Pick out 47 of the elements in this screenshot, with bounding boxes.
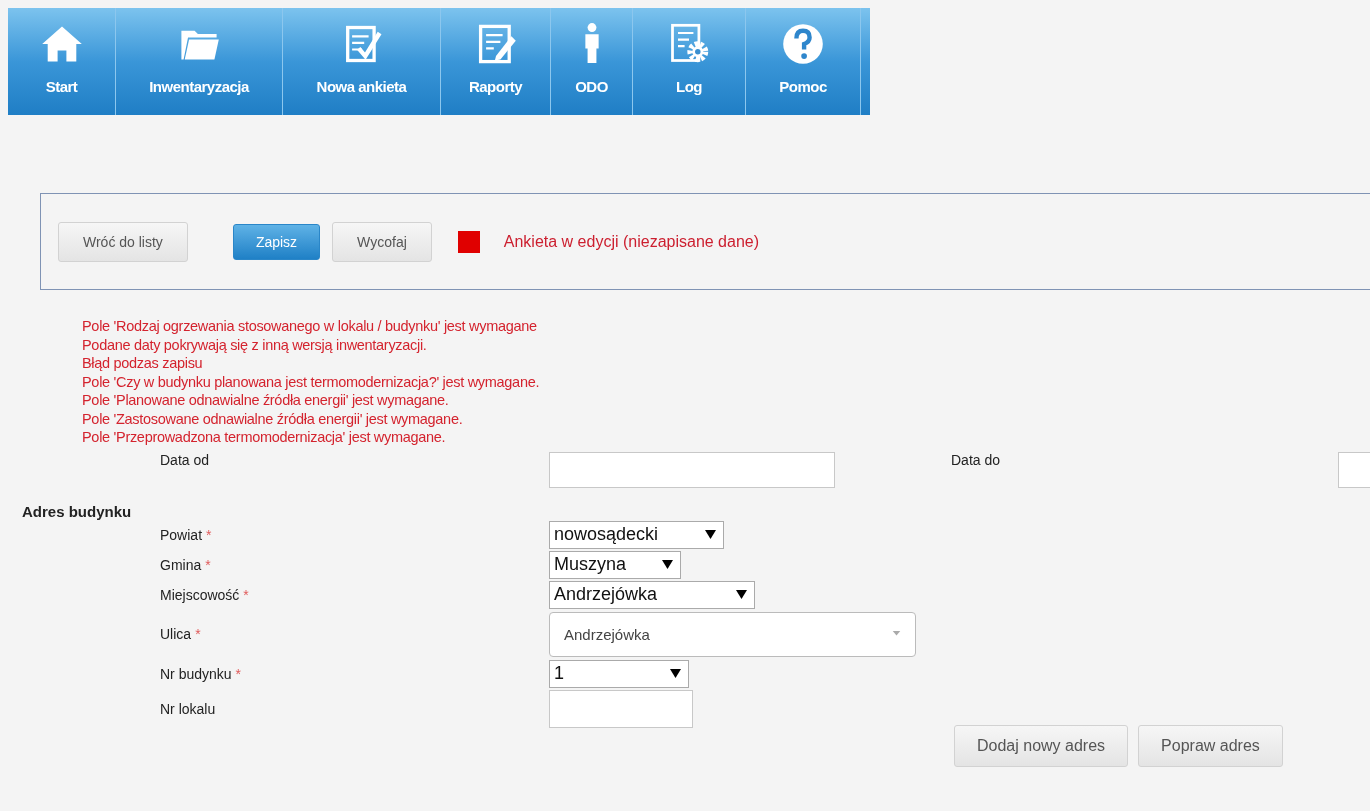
address-button[interactable]: Popraw adres — [1138, 724, 1283, 767]
error-message: Pole 'Rodzaj ogrzewania stosowanego w lokalu / budynku' jest wymagane — [82, 317, 538, 336]
field-label: Data od — [160, 450, 211, 468]
error-message: Błąd podzas zapisu — [82, 354, 204, 373]
select-field[interactable]: 1 — [549, 659, 689, 688]
person-icon — [583, 22, 600, 64]
required-mark: * — [195, 626, 201, 642]
field-label: Miejscowość — [160, 586, 240, 603]
field-label: Gmina — [160, 556, 202, 573]
help-icon — [781, 22, 825, 66]
select-field[interactable]: nowosądecki — [549, 520, 724, 549]
field-label: Ulica — [160, 626, 192, 642]
nav-item[interactable]: Start — [8, 8, 116, 115]
error-message: Pole 'Planowane odnawialne źródła energii' jest wymagane. — [82, 391, 450, 410]
date-field[interactable] — [549, 451, 835, 488]
field-label: Nr budynku — [160, 665, 232, 682]
section-title: Adres budynku — [22, 502, 133, 520]
input-field[interactable] — [549, 689, 693, 728]
address-button[interactable]: Dodaj nowy adres — [954, 724, 1129, 767]
error-message: Pole 'Przeprowadzona termomodernizacja' jest wymagane. — [82, 428, 447, 447]
caret-icon — [736, 590, 747, 599]
error-message: Pole 'Czy w budynku planowana jest termomodernizacja?' jest wymagane. — [82, 372, 541, 391]
nav-item[interactable]: Raporty — [441, 8, 551, 115]
dropdown-field[interactable]: Andrzejówka — [549, 611, 916, 657]
select-field[interactable]: Andrzejówka — [549, 580, 755, 609]
error-message: Podane daty pokrywają się z inną wersją inwentaryzacji. — [82, 335, 428, 354]
required-mark: * — [206, 526, 212, 543]
required-mark: * — [243, 586, 249, 603]
required-mark: * — [205, 556, 211, 573]
caret-icon — [892, 631, 901, 637]
error-message: Pole 'Zastosowane odnawialne źródła energii' jest wymagane. — [82, 409, 464, 428]
nav-item[interactable]: Inwentaryzacja — [116, 8, 283, 115]
nav-item[interactable]: Nowa ankieta — [283, 8, 441, 115]
field-label: Nr lokalu — [160, 700, 216, 717]
field-label: Powiat — [160, 526, 203, 543]
nav-item[interactable]: Pomoc — [746, 8, 861, 115]
nav-item[interactable]: ODO — [551, 8, 633, 115]
nav-item[interactable]: Log — [633, 8, 746, 115]
status-text: Ankieta w edycji (niezapisane dane) — [503, 232, 760, 251]
caret-icon — [670, 669, 681, 678]
toolbar-button[interactable]: Wycofaj — [332, 221, 432, 262]
caret-icon — [705, 530, 716, 539]
select-field[interactable]: Muszyna — [549, 550, 681, 579]
required-mark: * — [235, 665, 242, 682]
toolbar-button[interactable]: Wróć do listy — [58, 221, 188, 262]
caret-icon — [662, 560, 673, 569]
field-label: Data do — [951, 450, 1002, 468]
